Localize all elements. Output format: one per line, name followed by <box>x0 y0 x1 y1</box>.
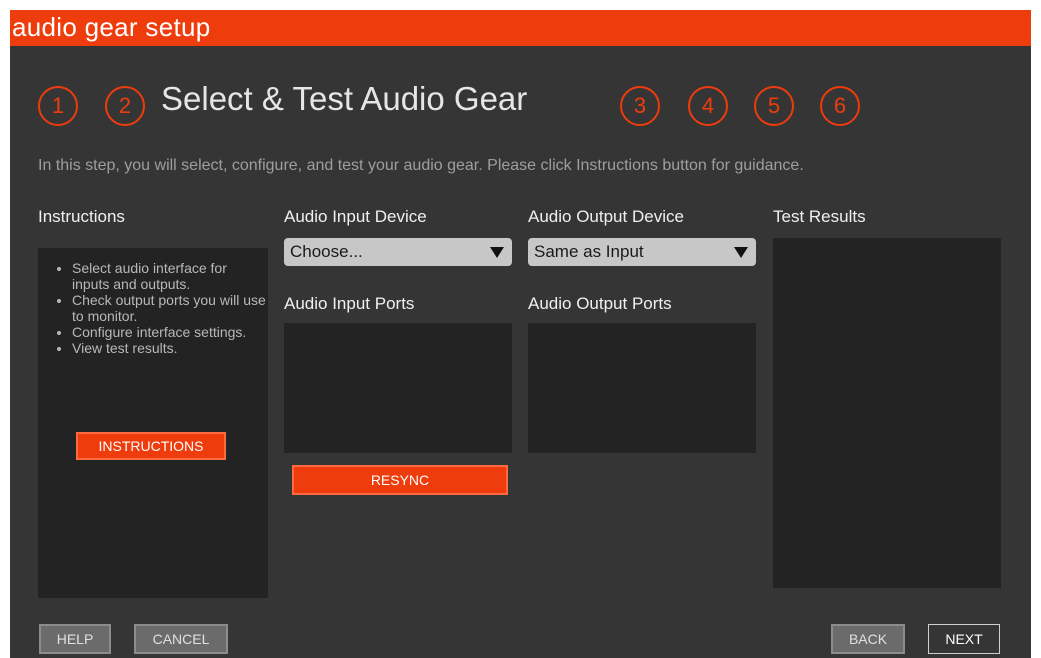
cancel-button[interactable]: CANCEL <box>134 624 228 654</box>
instructions-list: Select audio interface for inputs and ou… <box>38 248 268 356</box>
step-3-indicator[interactable]: 3 <box>620 86 660 126</box>
dropdown-arrow-icon <box>490 247 504 258</box>
audio-output-device-select[interactable]: Same as Input <box>528 238 756 266</box>
instruction-item: View test results. <box>72 340 268 356</box>
back-button[interactable]: BACK <box>831 624 905 654</box>
instruction-item: Configure interface settings. <box>72 324 268 340</box>
audio-input-device-label: Audio Input Device <box>284 207 427 226</box>
next-button[interactable]: NEXT <box>928 624 1000 654</box>
instructions-panel: Select audio interface for inputs and ou… <box>38 248 268 598</box>
step-5-indicator[interactable]: 5 <box>754 86 794 126</box>
instruction-item: Check output ports you will use to monit… <box>72 292 268 324</box>
audio-output-device-value: Same as Input <box>534 242 644 261</box>
step-4-indicator[interactable]: 4 <box>688 86 728 126</box>
step-1-indicator[interactable]: 1 <box>38 86 78 126</box>
audio-output-ports-list[interactable] <box>528 323 756 453</box>
instruction-item: Select audio interface for inputs and ou… <box>72 260 268 292</box>
title-bar: audio gear setup <box>10 10 1031 46</box>
audio-input-ports-label: Audio Input Ports <box>284 294 415 313</box>
audio-input-ports-list[interactable] <box>284 323 512 453</box>
step-2-indicator[interactable]: 2 <box>105 86 145 126</box>
step-description: In this step, you will select, configure… <box>38 157 804 174</box>
test-results-heading: Test Results <box>773 207 866 226</box>
help-button[interactable]: HELP <box>39 624 111 654</box>
step-6-indicator[interactable]: 6 <box>820 86 860 126</box>
test-results-panel <box>773 238 1001 588</box>
dropdown-arrow-icon <box>734 247 748 258</box>
audio-input-device-value: Choose... <box>290 242 363 261</box>
resync-button[interactable]: RESYNC <box>292 465 508 495</box>
instructions-button[interactable]: INSTRUCTIONS <box>76 432 226 460</box>
instructions-heading: Instructions <box>38 207 125 226</box>
audio-input-device-select[interactable]: Choose... <box>284 238 512 266</box>
step-title: Select & Test Audio Gear <box>161 80 528 117</box>
audio-output-ports-label: Audio Output Ports <box>528 294 672 313</box>
setup-window: audio gear setup 1 2 Select & Test Audio… <box>10 10 1031 658</box>
window-title: audio gear setup <box>12 12 211 42</box>
audio-output-device-label: Audio Output Device <box>528 207 684 226</box>
